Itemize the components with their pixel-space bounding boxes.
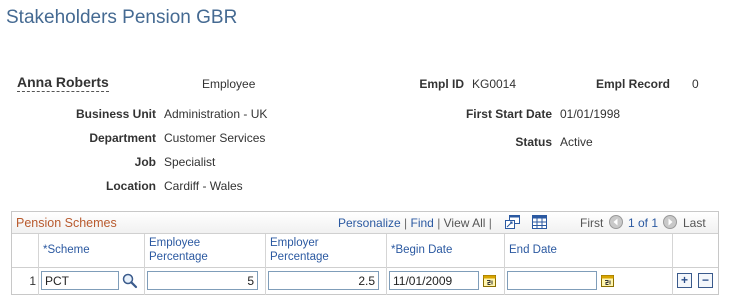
personalize-link[interactable]: Personalize [338, 216, 401, 230]
employee-percentage-input[interactable] [147, 271, 258, 290]
grid-toolbar: Pension Schemes Personalize | Find | Vie… [12, 212, 718, 234]
column-header-end-date[interactable]: End Date [504, 234, 672, 268]
row-range: 1 of 1 [628, 216, 659, 230]
view-all-link[interactable]: View All [444, 216, 486, 230]
lookup-magnifier-icon[interactable] [122, 273, 138, 289]
employer-percentage-input[interactable] [268, 271, 379, 290]
department-value: Customer Services [164, 131, 266, 145]
column-header-employer-percentage[interactable]: Employer Percentage [265, 234, 386, 268]
department-label: Department [89, 131, 156, 145]
first-start-date-label: First Start Date [465, 107, 552, 121]
status-value: Active [560, 135, 593, 149]
add-row-button[interactable]: + [677, 273, 692, 288]
employee-type: Employee [202, 77, 256, 91]
location-value: Cardiff - Wales [164, 179, 243, 193]
column-header-scheme[interactable]: *Scheme [38, 234, 144, 268]
delete-row-button[interactable]: − [698, 273, 713, 288]
begin-date-input[interactable] [389, 271, 479, 290]
grid-title: Pension Schemes [16, 216, 117, 230]
empl-id-label: Empl ID [419, 77, 464, 91]
last-link[interactable]: Last [683, 216, 706, 230]
previous-row-icon[interactable] [609, 215, 623, 229]
column-header-employee-percentage[interactable]: Employee Percentage [144, 234, 265, 268]
page-title: Stakeholders Pension GBR [6, 7, 238, 28]
new-window-icon[interactable] [505, 215, 520, 229]
empl-record-value: 0 [692, 77, 699, 91]
grid-column-headers: *Scheme Employee Percentage Employer Per… [12, 234, 718, 268]
column-header-begin-date[interactable]: *Begin Date [386, 234, 504, 268]
employee-name: Anna Roberts [17, 74, 109, 92]
calendar-icon[interactable] [483, 274, 496, 287]
business-unit-label: Business Unit [75, 107, 156, 121]
find-link[interactable]: Find [411, 216, 434, 230]
job-value: Specialist [164, 155, 216, 169]
download-spreadsheet-icon[interactable] [532, 215, 547, 229]
calendar-icon[interactable] [601, 274, 614, 287]
scheme-input[interactable] [41, 271, 119, 290]
grid-pager: First [580, 216, 603, 230]
first-start-date-value: 01/01/1998 [560, 107, 621, 121]
first-link[interactable]: First [580, 216, 603, 230]
business-unit-value: Administration - UK [164, 107, 268, 121]
table-row: 1 PCT 5 2.5 11/01/2009 + − [12, 268, 718, 295]
empl-record-label: Empl Record [595, 77, 670, 91]
end-date-input[interactable] [507, 271, 597, 290]
next-row-icon[interactable] [663, 215, 677, 229]
grid-actions: Personalize | Find | View All | [338, 216, 492, 230]
empl-id-value: KG0014 [472, 77, 517, 91]
location-label: Location [106, 179, 156, 193]
job-label: Job [134, 155, 156, 169]
row-number: 1 [29, 274, 36, 288]
status-label: Status [515, 135, 552, 149]
pension-schemes-grid: Pension Schemes Personalize | Find | Vie… [11, 211, 719, 295]
